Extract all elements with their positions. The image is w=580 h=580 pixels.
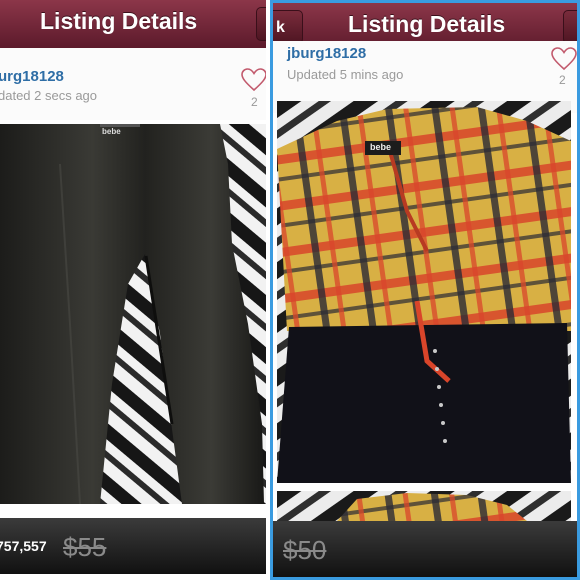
brand-label: bebe <box>370 142 392 152</box>
updated-timestamp: dated 2 secs ago <box>0 88 98 103</box>
plaid-top-image <box>277 101 571 483</box>
like-count: 2 <box>251 95 258 109</box>
action-button[interactable] <box>563 10 577 44</box>
listing-price: $55 <box>63 532 107 562</box>
back-button[interactable]: k <box>273 10 303 44</box>
seller-username[interactable]: urg18128 <box>0 68 64 85</box>
seller-username[interactable]: jburg18128 <box>287 45 366 62</box>
listing-photo[interactable]: bebe <box>0 124 266 504</box>
listing-price: $50 <box>283 535 327 565</box>
view-count: 757,557 <box>0 538 47 554</box>
page-title: Listing Details <box>348 11 506 37</box>
updated-timestamp: Updated 5 mins ago <box>287 67 404 82</box>
listing-photo[interactable]: bebe <box>277 101 571 483</box>
listing-panel-right: k Listing Details jburg18128 Updated 5 m… <box>270 0 580 580</box>
page-title: Listing Details <box>40 8 198 34</box>
heart-icon[interactable] <box>551 47 577 71</box>
nav-bar: Listing Details <box>0 0 266 49</box>
seller-row: urg18128 dated 2 secs ago 2 <box>0 48 266 120</box>
listing-panel-left: Listing Details urg18128 dated 2 secs ag… <box>0 0 266 580</box>
brand-label: bebe <box>102 127 121 136</box>
next-photo-image <box>277 491 571 521</box>
leather-pants-image <box>0 124 266 504</box>
like-count: 2 <box>559 73 566 87</box>
next-listing-photo-preview[interactable] <box>277 491 571 521</box>
action-button[interactable] <box>256 7 266 41</box>
price-bar: 757,557 $55 <box>0 518 266 574</box>
heart-icon[interactable] <box>241 68 266 92</box>
price-bar: $50 <box>273 521 577 577</box>
